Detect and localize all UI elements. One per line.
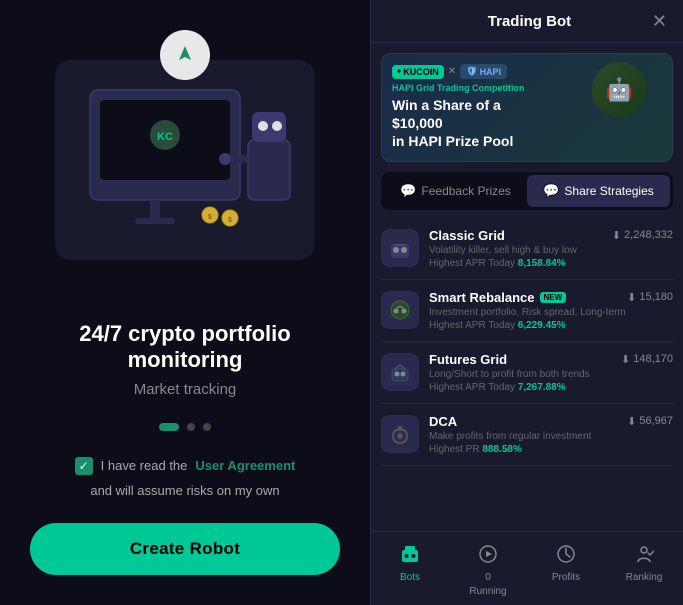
nav-item-profits[interactable]: Profits [527, 540, 605, 601]
running-count: 0 [485, 572, 491, 583]
bots-icon [400, 544, 420, 569]
futures-grid-header: Futures Grid ⬇ 148,170 [429, 352, 673, 367]
dca-icon [381, 415, 419, 453]
promo-banner[interactable]: KUCOIN ✕ 🛡 HAPI HAPI Grid Trading Compet… [381, 53, 673, 162]
strategy-item-classic-grid[interactable]: Classic Grid ⬇ 2,248,332 Volatility kill… [381, 218, 673, 280]
dca-header: DCA ⬇ 56,967 [429, 414, 673, 429]
dca-apr-value: 888.58% [482, 444, 521, 455]
create-robot-button[interactable]: Create Robot [30, 523, 340, 575]
smart-rebalance-desc: Investment portfolio, Risk spread, Long-… [429, 307, 673, 318]
profits-label: Profits [552, 572, 580, 583]
banner-robot-icon: 🤖 [592, 62, 647, 117]
download-icon-classic: ⬇ [612, 229, 621, 242]
ranking-label: Ranking [626, 572, 663, 583]
dca-downloads: ⬇ 56,967 [627, 415, 673, 428]
checkbox-text-prefix: I have read the [101, 458, 188, 473]
futures-grid-downloads: ⬇ 148,170 [621, 353, 673, 366]
feedback-icon: 💬 [400, 183, 416, 199]
running-label: Running [469, 586, 506, 597]
banner-title: Win a Share of a $10,000 in HAPI Prize P… [392, 96, 552, 151]
progress-dots [159, 423, 211, 431]
text-section: 24/7 crypto portfolio monitoring Market … [30, 321, 340, 398]
svg-text:$: $ [228, 217, 232, 224]
download-icon-futures: ⬇ [621, 353, 630, 366]
sub-text: Market tracking [30, 381, 340, 398]
strategy-item-smart-rebalance[interactable]: Smart Rebalance NEW ⬇ 15,180 Investment … [381, 280, 673, 342]
bottom-nav: Bots 0 Running Profits Ranking [371, 531, 683, 605]
classic-grid-info: Classic Grid ⬇ 2,248,332 Volatility kill… [429, 228, 673, 269]
robot-bg: KC $ $ [55, 60, 315, 260]
smart-rebalance-header: Smart Rebalance NEW ⬇ 15,180 [429, 290, 673, 305]
dot-2 [187, 423, 195, 431]
close-button[interactable]: ✕ [652, 12, 667, 30]
smart-rebalance-count: 15,180 [639, 291, 673, 303]
dca-apr: Highest PR 888.58% [429, 444, 673, 455]
checkbox-text-suffix: and will assume risks on my own [90, 483, 279, 498]
share-icon: 💬 [543, 183, 559, 199]
dca-desc: Make profits from regular investment [429, 431, 673, 442]
left-panel: KC $ $ 24/7 crypto portfolio monito [0, 0, 370, 605]
svg-text:KC: KC [157, 131, 173, 143]
classic-grid-count: 2,248,332 [624, 229, 673, 241]
nav-item-ranking[interactable]: Ranking [605, 540, 683, 601]
download-icon-dca: ⬇ [627, 415, 636, 428]
classic-grid-header: Classic Grid ⬇ 2,248,332 [429, 228, 673, 243]
running-icon [478, 544, 498, 569]
modal-header: Trading Bot ✕ [371, 0, 683, 43]
bots-label: Bots [400, 572, 420, 583]
classic-grid-desc: Volatility killer, sell high & buy low [429, 245, 673, 256]
tab-feedback-label: Feedback Prizes [421, 184, 510, 198]
strategy-item-futures-grid[interactable]: Futures Grid ⬇ 148,170 Long/Short to pro… [381, 342, 673, 404]
tab-share-label: Share Strategies [564, 184, 653, 198]
futures-grid-apr: Highest APR Today 7,267.88% [429, 382, 673, 393]
futures-grid-icon [381, 353, 419, 391]
modal-title: Trading Bot [488, 13, 571, 30]
classic-grid-name: Classic Grid [429, 228, 505, 243]
dot-3 [203, 423, 211, 431]
futures-grid-count: 148,170 [633, 353, 673, 365]
strategy-list: Classic Grid ⬇ 2,248,332 Volatility kill… [371, 218, 683, 531]
smart-rebalance-downloads: ⬇ 15,180 [627, 291, 673, 304]
new-badge: NEW [540, 292, 567, 303]
smart-rebalance-apr-value: 6,229.45% [518, 320, 566, 331]
download-icon-smart: ⬇ [627, 291, 636, 304]
tab-feedback[interactable]: 💬 Feedback Prizes [384, 175, 527, 207]
nav-item-bots[interactable]: Bots [371, 540, 449, 601]
strategy-item-dca[interactable]: DCA ⬇ 56,967 Make profits from regular i… [381, 404, 673, 466]
kucoin-logo: KUCOIN [392, 65, 444, 79]
futures-grid-info: Futures Grid ⬇ 148,170 Long/Short to pro… [429, 352, 673, 393]
futures-grid-name: Futures Grid [429, 352, 507, 367]
smart-rebalance-apr: Highest APR Today 6,229.45% [429, 320, 673, 331]
nav-item-running[interactable]: 0 Running [449, 540, 527, 601]
cross-icon: ✕ [448, 66, 456, 77]
futures-grid-desc: Long/Short to profit from both trends [429, 369, 673, 380]
futures-grid-apr-value: 7,267.88% [518, 382, 566, 393]
tab-bar: 💬 Feedback Prizes 💬 Share Strategies [381, 172, 673, 210]
user-agreement-link[interactable]: User Agreement [195, 458, 295, 473]
dot-1 [159, 423, 179, 431]
tab-share-strategies[interactable]: 💬 Share Strategies [527, 175, 670, 207]
dca-count: 56,967 [639, 415, 673, 427]
banner-robot: 🤖 [592, 62, 662, 132]
checkbox-section: ✓ I have read the User Agreement and wil… [30, 457, 340, 498]
svg-text:$: $ [208, 214, 212, 221]
dca-name: DCA [429, 414, 457, 429]
ranking-icon [634, 544, 654, 569]
dca-info: DCA ⬇ 56,967 Make profits from regular i… [429, 414, 673, 455]
profits-icon [556, 544, 576, 569]
classic-grid-icon [381, 229, 419, 267]
robot-illustration: KC $ $ [45, 30, 325, 290]
classic-grid-downloads: ⬇ 2,248,332 [612, 229, 673, 242]
smart-rebalance-icon [381, 291, 419, 329]
user-agreement-checkbox[interactable]: ✓ [75, 457, 93, 475]
hapi-logo: 🛡 HAPI [460, 64, 507, 79]
robot-svg: KC $ $ [70, 70, 300, 250]
robot-circle-badge [160, 30, 210, 80]
right-panel: Trading Bot ✕ KUCOIN ✕ 🛡 HAPI HAPI Grid … [370, 0, 683, 605]
smart-rebalance-name: Smart Rebalance NEW [429, 290, 566, 305]
classic-grid-apr-value: 8,158.84% [518, 258, 566, 269]
classic-grid-apr: Highest APR Today 8,158.84% [429, 258, 673, 269]
smart-rebalance-info: Smart Rebalance NEW ⬇ 15,180 Investment … [429, 290, 673, 331]
main-text: 24/7 crypto portfolio monitoring [30, 321, 340, 373]
